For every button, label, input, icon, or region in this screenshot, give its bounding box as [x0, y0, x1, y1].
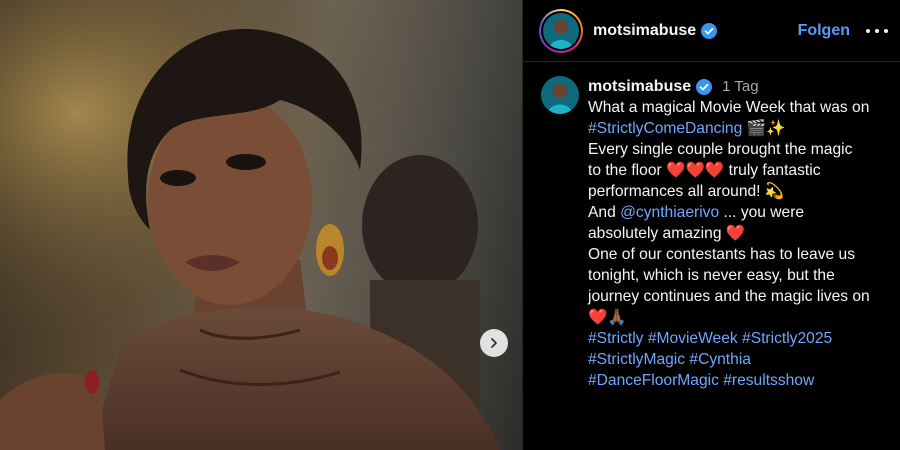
author-avatar-story-ring[interactable] — [539, 8, 583, 53]
caption-body: motsimabuse 1 Tag What a magical Movie W… — [588, 76, 870, 391]
caption-text: What a magical Movie Week that was on #S… — [588, 97, 870, 391]
emoji: 💫 — [764, 183, 785, 200]
hashtag-link[interactable]: #MovieWeek — [648, 330, 738, 347]
chevron-right-icon — [491, 338, 497, 348]
author-username[interactable]: motsimabuse — [593, 22, 696, 40]
caption-line: performances all around! — [588, 183, 761, 200]
caption-line: One of our contestants has to leave us — [588, 246, 855, 263]
caption-line: ... you were — [723, 204, 805, 221]
caption-line: And — [588, 204, 616, 221]
caption-line: Every single couple brought the magic — [588, 141, 853, 158]
caption-username[interactable]: motsimabuse — [588, 76, 691, 97]
next-media-button[interactable] — [480, 329, 508, 357]
emoji: ❤️🙏🏾 — [588, 309, 627, 326]
avatar[interactable] — [541, 76, 579, 114]
follow-button[interactable]: Folgen — [798, 22, 850, 40]
hashtag-link[interactable]: #Cynthia — [689, 351, 751, 368]
mention-link[interactable]: @cynthiaerivo — [620, 204, 719, 221]
post-media[interactable] — [0, 0, 522, 450]
caption-line: journey continues and the magic lives on — [588, 288, 870, 305]
post-photo — [0, 0, 522, 450]
caption-line: to the floor — [588, 162, 662, 179]
caption-line: What a magical Movie Week that was on — [588, 99, 870, 116]
emoji: 🎬✨ — [746, 120, 786, 137]
more-horizontal-icon[interactable] — [866, 21, 888, 41]
post-header: motsimabuse Folgen — [523, 0, 900, 62]
caption-line: truly fantastic — [728, 162, 821, 179]
post-timestamp[interactable]: 1 Tag — [722, 76, 758, 97]
avatar — [543, 12, 579, 49]
post-side-panel: motsimabuse Folgen motsimabuse 1 Tag Wha… — [522, 0, 900, 450]
caption: motsimabuse 1 Tag What a magical Movie W… — [523, 62, 900, 391]
hashtag-link[interactable]: #StrictlyComeDancing — [588, 120, 742, 137]
emoji: ❤️ — [725, 225, 746, 242]
caption-line: tonight, which is never easy, but the — [588, 267, 835, 284]
hashtag-link[interactable]: #resultsshow — [723, 372, 814, 389]
hashtag-link[interactable]: #Strictly2025 — [742, 330, 832, 347]
caption-line: absolutely amazing — [588, 225, 722, 242]
verified-badge-icon — [701, 22, 718, 39]
hashtag-link[interactable]: #StrictlyMagic — [588, 351, 685, 368]
hashtag-link[interactable]: #DanceFloorMagic — [588, 372, 719, 389]
emoji: ❤️❤️❤️ — [666, 162, 725, 179]
hashtag-link[interactable]: #Strictly — [588, 330, 643, 347]
verified-badge-icon — [696, 78, 713, 95]
